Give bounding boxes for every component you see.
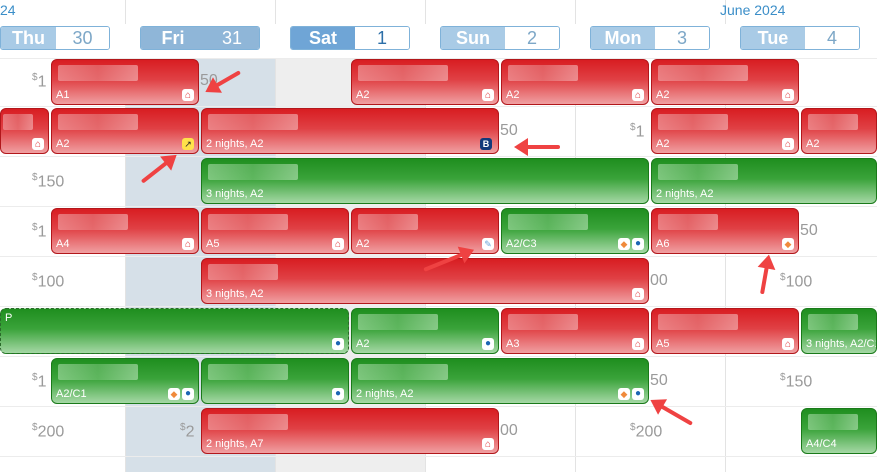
day-header-mon[interactable]: Mon 3 <box>590 26 710 50</box>
price-label: $1 <box>32 72 47 91</box>
airbnb-icon: ⌂ <box>782 138 794 150</box>
booking-block[interactable]: 2 nights, A2 <box>651 158 877 204</box>
row-line <box>0 206 877 207</box>
annotation-arrow <box>518 145 560 149</box>
booking-block[interactable]: 3 nights, A2 ⌂ <box>201 258 649 304</box>
airbnb-icon: ⌂ <box>332 238 344 250</box>
booking-block[interactable]: A5 ⌂ <box>651 308 799 354</box>
globe-icon: ● <box>332 388 344 400</box>
booking-block[interactable]: A1 ⌂ <box>51 59 199 105</box>
price-label: 50 <box>650 372 668 389</box>
day-header-fri[interactable]: Fri 31 <box>140 26 260 50</box>
booking-block[interactable]: A4/C4 <box>801 408 877 454</box>
booking-block[interactable]: A2 ✎ <box>351 208 499 254</box>
airbnb-icon: ⌂ <box>32 138 44 150</box>
booking-block[interactable]: A5 ⌂ <box>201 208 349 254</box>
booking-block[interactable]: A2 ⌂ <box>351 59 499 105</box>
price-label: 50 <box>800 222 818 239</box>
price-label: $100 <box>32 272 65 291</box>
tag-icon: ◆ <box>782 238 794 250</box>
price-label: $150 <box>32 172 65 191</box>
price-label: $1 <box>630 122 645 141</box>
airbnb-icon: ⌂ <box>182 238 194 250</box>
booking-block[interactable]: 2 nights, A2 B <box>201 108 499 154</box>
month-label-may: 24 <box>0 2 16 18</box>
day-header-sun[interactable]: Sun 2 <box>440 26 560 50</box>
row-line <box>0 106 877 107</box>
airbnb-icon: ⌂ <box>482 438 494 450</box>
price-label: $200 <box>32 422 65 441</box>
booking-block[interactable]: A2 ● <box>351 308 499 354</box>
booking-block[interactable]: 3 nights, A2/C1 <box>801 308 877 354</box>
day-header-thu[interactable]: Thu 30 <box>0 26 110 50</box>
external-link-icon: ↗ <box>182 138 194 150</box>
tag-icon: ◆ <box>618 238 630 250</box>
booking-block[interactable]: 3 nights, A2 <box>201 158 649 204</box>
tag-icon: ◆ <box>168 388 180 400</box>
booking-block[interactable]: P ● <box>0 308 349 354</box>
booking-block[interactable]: ● <box>201 358 349 404</box>
booking-block[interactable]: 2 nights, A7 ⌂ <box>201 408 499 454</box>
price-label: $200 <box>630 422 663 441</box>
row-line <box>0 356 877 357</box>
globe-icon: ● <box>482 338 494 350</box>
airbnb-icon: ⌂ <box>782 89 794 101</box>
price-label: 00 <box>650 272 668 289</box>
booking-block[interactable]: A2 <box>801 108 877 154</box>
month-label-june: June 2024 <box>720 2 786 18</box>
booking-block[interactable]: A6 ◆ <box>651 208 799 254</box>
airbnb-icon: ⌂ <box>632 338 644 350</box>
airbnb-icon: ⌂ <box>632 288 644 300</box>
booking-block[interactable]: 2 nights, A2 ◆ ● <box>351 358 649 404</box>
globe-icon: ● <box>632 238 644 250</box>
booking-block[interactable]: A2/C3 ◆ ● <box>501 208 649 254</box>
airbnb-icon: ⌂ <box>632 89 644 101</box>
annotation-arrow <box>760 258 771 295</box>
row-line <box>0 456 877 457</box>
price-label: $150 <box>780 372 813 391</box>
booking-block[interactable]: A2 ⌂ <box>651 59 799 105</box>
airbnb-icon: ⌂ <box>482 89 494 101</box>
tag-icon: ◆ <box>618 388 630 400</box>
globe-icon: ● <box>332 338 344 350</box>
row-line <box>0 256 877 257</box>
price-label: $1 <box>32 222 47 241</box>
airbnb-icon: ⌂ <box>782 338 794 350</box>
price-label: $1 <box>32 372 47 391</box>
booking-block[interactable]: A3 ⌂ <box>501 308 649 354</box>
airbnb-icon: ⌂ <box>182 89 194 101</box>
price-label: $2 <box>180 422 195 441</box>
day-header-tue[interactable]: Tue 4 <box>740 26 860 50</box>
globe-icon: ● <box>632 388 644 400</box>
day-header-row: Thu 30 Fri 31 Sat 1 Sun 2 Mon 3 Tue 4 <box>0 24 877 58</box>
booking-block[interactable]: A2/C1 ◆ ● <box>51 358 199 404</box>
booking-block[interactable]: ⌂ <box>0 108 49 154</box>
price-label: $100 <box>780 272 813 291</box>
note-icon: ✎ <box>482 238 494 250</box>
row-line <box>0 406 877 407</box>
booking-icon: B <box>480 138 492 150</box>
day-header-sat[interactable]: Sat 1 <box>290 26 410 50</box>
booking-block[interactable]: A2 ↗ <box>51 108 199 154</box>
booking-block[interactable]: A2 ⌂ <box>651 108 799 154</box>
globe-icon: ● <box>182 388 194 400</box>
price-label: 00 <box>500 422 518 439</box>
row-line <box>0 156 877 157</box>
booking-block[interactable]: A4 ⌂ <box>51 208 199 254</box>
row-line <box>0 306 877 307</box>
booking-block[interactable]: A2 ⌂ <box>501 59 649 105</box>
